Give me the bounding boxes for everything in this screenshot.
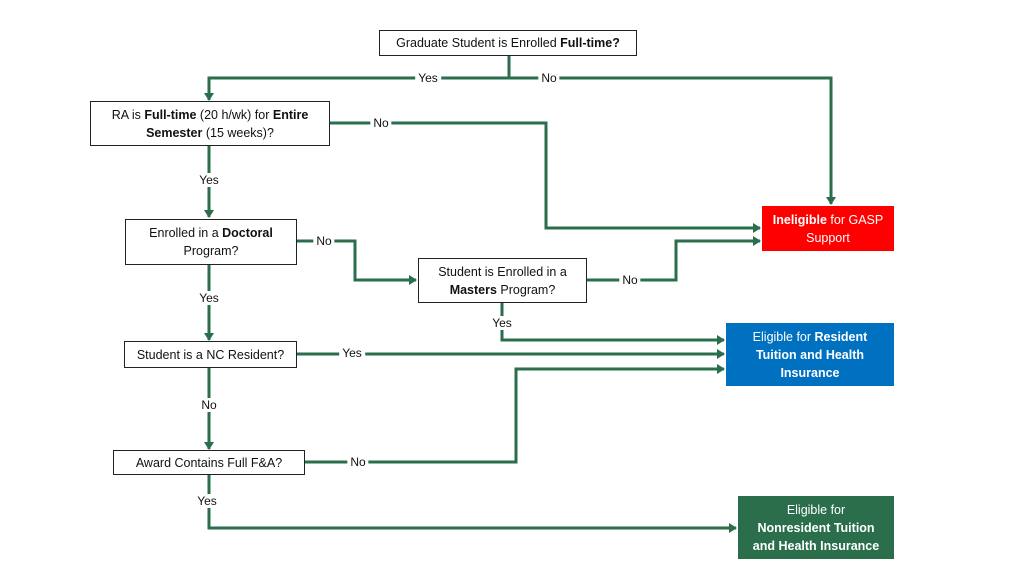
o1-text-1: for GASP [826,212,884,227]
edge-label-q5-yes: Yes [339,346,365,360]
edge-q4-no [587,236,761,282]
edge-label-q4-yes: Yes [489,316,515,330]
outcome-ineligible: Ineligible for GASP Support [762,206,894,251]
o1-bold: Ineligible [772,212,827,227]
decision-ra-full-time: RA is Full-time (20 h/wk) for Entire Sem… [90,101,330,146]
edge-q6-yes [207,475,737,533]
decision-full-fa: Award Contains Full F&A? [113,450,305,475]
edge-q4-yes [500,303,725,345]
edge-label-q2-yes: Yes [196,173,222,187]
o2-bold-1: Resident [814,329,868,344]
decision-doctoral-program: Enrolled in a Doctoral Program? [125,219,297,265]
edge-q1-yes [204,76,509,101]
edge-label-q3-yes: Yes [196,291,222,305]
q4-bold: Masters [449,282,497,297]
outcome-nonresident-tuition: Eligible for Nonresident Tuition and Hea… [738,496,894,559]
o3-bold-1: Nonresident Tuition [757,520,875,535]
q1-text: Graduate Student is Enrolled [396,36,561,50]
decision-full-time-enrollment: Graduate Student is Enrolled Full-time? [379,30,637,56]
edge-label-q2-no: No [370,116,392,130]
edge-label-q1-yes: Yes [415,71,441,85]
o2-bold-3: Insurance [780,365,840,380]
q3-text-2: Program? [183,244,239,258]
o1-text-2: Support [806,230,850,245]
q1-bold: Full-time? [560,36,620,50]
edge-label-q6-no: No [347,455,369,469]
edge-q1-no [509,76,836,205]
o2-bold-2: Tuition and Health [755,347,865,362]
edge-q6-no [305,364,725,464]
o3-bold-2: and Health Insurance [752,538,880,553]
q4-text-2: Program? [496,282,556,297]
q2-text-3: (15 weeks)? [202,125,274,140]
q2-bold-2: Entire [272,107,309,122]
q2-bold-1: Full-time [144,107,197,122]
q2-bold-3: Semester [146,125,203,140]
edge-label-q1-no: No [538,71,560,85]
outcome-resident-tuition: Eligible for Resident Tuition and Health… [726,323,894,386]
q3-text-1: Enrolled in a [149,226,223,240]
q2-text-2: (20 h/wk) for [196,107,273,122]
q3-bold: Doctoral [222,226,273,240]
o2-text-1: Eligible for [752,329,815,344]
decision-nc-resident: Student is a NC Resident? [124,341,297,368]
o3-text-1: Eligible for [786,502,846,517]
edge-label-q3-no: No [313,234,335,248]
q6-text: Award Contains Full F&A? [135,455,283,470]
q4-text-1: Student is Enrolled in a [438,264,567,279]
edge-label-q6-yes: Yes [194,494,220,508]
edge-label-q5-no: No [198,398,220,412]
edge-q2-no [330,121,761,233]
q5-text: Student is a NC Resident? [136,347,285,362]
q2-text-1: RA is [111,107,145,122]
edge-label-q4-no: No [619,273,641,287]
decision-masters-program: Student is Enrolled in a Masters Program… [418,258,587,303]
